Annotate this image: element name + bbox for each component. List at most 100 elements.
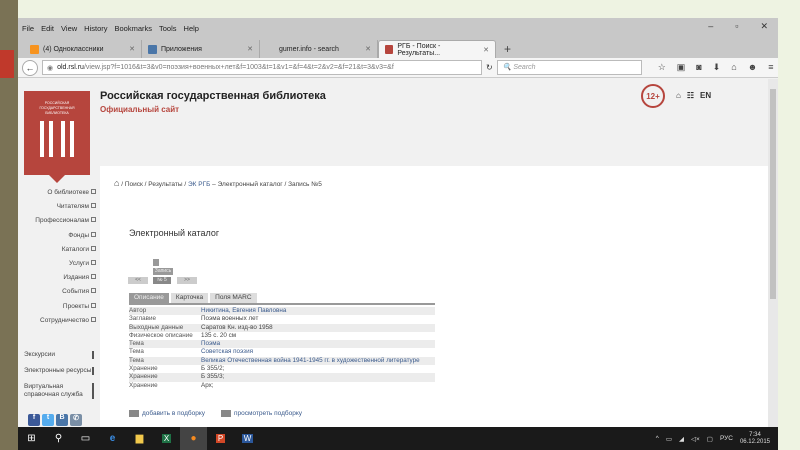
windows-start-icon[interactable]: ⊞ [18,427,45,450]
row-value[interactable]: Поэма [201,340,220,348]
record-tab[interactable]: Описание [129,293,169,303]
sidebar-extra-item[interactable]: Экскурсии [18,350,94,359]
sidebar-item-label: Проекты [62,302,89,310]
sidebar-item[interactable]: Сотрудничество [18,316,98,331]
prev-button[interactable]: << [128,277,148,284]
bookmark-star-icon[interactable]: ☆ [658,62,666,73]
sidebar-item[interactable]: Профессионалам [18,217,98,231]
task-view-icon[interactable]: ▭ [72,427,99,450]
tab-label: (4) Одноклассники [43,45,104,53]
new-tab-button[interactable]: + [496,42,519,58]
sitemap-icon[interactable]: ☷ [687,91,694,100]
external-link-icon [91,288,96,294]
sidebar-item-label: Каталоги [61,245,89,253]
search-input[interactable]: 🔍 Search [496,60,642,75]
network-icon[interactable]: ◢ [679,435,684,443]
browser-tab[interactable]: gumer.info - search ✕ [260,40,378,58]
close-tab-icon[interactable]: ✕ [129,45,135,53]
twitter-icon[interactable]: t [42,414,54,426]
reload-icon[interactable]: ↻ [486,63,493,72]
menu-tools[interactable]: Tools [159,24,177,33]
menu-edit[interactable]: Edit [41,24,54,33]
minimize-button[interactable]: – [708,21,713,32]
download-icon[interactable]: ⬇ [713,62,721,73]
view-selection-link[interactable]: просмотреть подборку [221,410,302,417]
row-value: 135 с. 20 см [201,331,237,339]
sidebar-item[interactable]: О библиотеке [18,189,98,203]
sidebar-extra-item[interactable]: Электронные ресурсы [18,366,94,375]
sidebar-item[interactable]: Читателям [18,203,98,217]
menu-help[interactable]: Help [184,24,199,33]
chat-icon[interactable]: ☻ [748,62,757,73]
next-button[interactable]: >> [177,277,197,284]
menu-view[interactable]: View [61,24,77,33]
sidebar-item[interactable]: Фонды [18,231,98,246]
breadcrumb-results[interactable]: Результаты [148,181,182,188]
tab-label: Приложения [161,45,202,53]
clipboard-icon[interactable]: ▣ [677,62,686,73]
edge-icon[interactable]: e [99,427,126,450]
sidebar-extra-item[interactable]: Виртуальная справочная служба [18,382,94,399]
row-value[interactable]: Великая Отечественная война 1941-1945 гг… [201,357,420,365]
search-icon[interactable]: ⚲ [45,427,72,450]
tab-label: gumer.info - search [279,45,339,53]
home-icon[interactable]: ⌂ [114,178,119,188]
file-explorer-icon[interactable]: ▆ [126,427,153,450]
vk-icon[interactable]: B [56,414,68,426]
browser-tab[interactable]: (4) Одноклассники ✕ [24,40,142,58]
add-to-selection-link[interactable]: добавить в подборку [129,410,205,417]
external-link-icon [91,302,96,308]
maximize-button[interactable]: ▫ [735,21,738,32]
chevron-up-icon[interactable]: ^ [656,435,659,442]
url-bar[interactable]: ◉ old.rsl.ru/view.jsp?f=1016&t=3&v0=поэз… [42,60,482,75]
powerpoint-icon[interactable]: P [207,427,234,450]
table-row: Заглавие Поэма военных лет [129,315,435,323]
sidebar-item[interactable]: Проекты [18,302,98,317]
home-icon[interactable]: ⌂ [676,91,681,100]
back-button[interactable]: ← [22,59,38,76]
favicon-icon [266,45,275,54]
record-label: Запись [153,268,173,275]
nav-bar: ← ◉ old.rsl.ru/view.jsp?f=1016&t=3&v0=по… [18,58,778,78]
browser-tab[interactable]: Приложения ✕ [142,40,260,58]
close-tab-icon[interactable]: ✕ [247,45,253,53]
phone-icon[interactable]: ✆ [70,414,82,426]
pocket-icon[interactable]: ◙ [696,62,701,73]
language-link[interactable]: EN [700,91,711,100]
language-indicator[interactable]: РУС [720,435,733,442]
notifications-icon[interactable]: ▢ [707,435,713,443]
browser-tab[interactable]: РГБ - Поиск - Результаты... ✕ [378,40,496,58]
record-tab[interactable]: Поля MARC [210,293,257,303]
close-tab-icon[interactable]: ✕ [365,45,371,53]
firefox-icon[interactable]: ● [180,427,207,450]
close-tab-icon[interactable]: ✕ [483,46,489,54]
breadcrumb-search[interactable]: Поиск [125,181,143,188]
sidebar-item[interactable]: Услуги [18,259,98,274]
external-link-icon [91,203,96,209]
volume-icon[interactable]: ◁× [691,435,700,443]
row-value[interactable]: Советская поэзия [201,348,253,356]
sidebar-item[interactable]: Каталоги [18,245,98,260]
word-icon[interactable]: W [234,427,261,450]
excel-icon[interactable]: X [153,427,180,450]
table-row: Выходные данные Саратов Кн. изд-во 1958 [129,323,435,332]
menu-history[interactable]: History [84,24,107,33]
sidebar-item[interactable]: Издания [18,274,98,288]
menu-bookmarks[interactable]: Bookmarks [115,24,153,33]
breadcrumb-ek-rgb[interactable]: ЭК РГБ [188,181,210,188]
clock[interactable]: 7:34 06.12.2015 [740,432,770,446]
view-label: просмотреть подборку [234,410,303,418]
record-tab[interactable]: Карточка [170,293,209,303]
menu-icon[interactable]: ≡ [768,62,773,73]
library-logo[interactable]: РОССИЙСКАЯ ГОСУДАРСТВЕННАЯ БИБЛИОТЕКА [24,91,90,183]
battery-icon[interactable]: ▭ [666,435,672,443]
menu-file[interactable]: File [22,24,34,33]
row-value[interactable]: Никитина, Евгения Павловна [201,307,286,315]
close-button[interactable]: ✕ [760,21,768,32]
sidebar-item[interactable]: События [18,288,98,302]
home-icon[interactable]: ⌂ [731,62,736,73]
facebook-icon[interactable]: f [28,414,40,426]
window-controls: – ▫ ✕ [708,21,768,32]
scrollbar[interactable] [768,79,778,427]
table-row: Тема Великая Отечественная война 1941-194… [129,356,435,366]
